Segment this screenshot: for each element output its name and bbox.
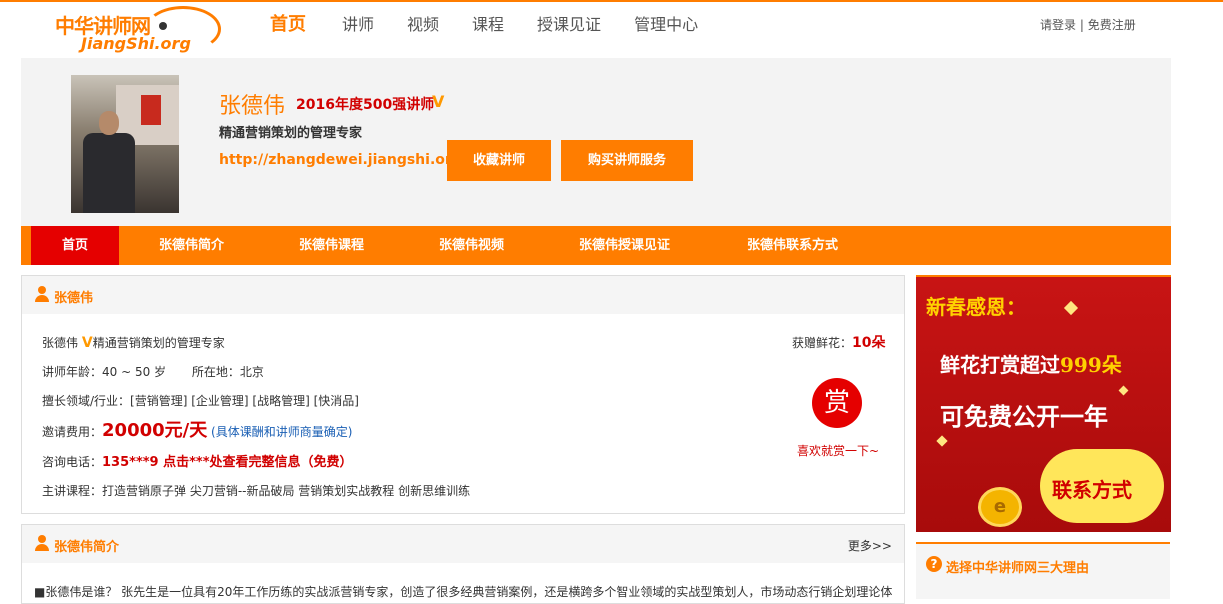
intro-text: ■张德伟是谁？ 张先生是一位具有20年工作历练的实战派营销专家，创造了很多经典营… xyxy=(34,585,893,599)
banner-line-2: 鲜花打赏超过999朵 xyxy=(940,349,1122,378)
person-icon xyxy=(34,535,50,551)
phone-value-link[interactable]: 135***9 点击***处查看完整信息（免费） xyxy=(102,455,353,470)
flower-count: 获赠鲜花：10朵 xyxy=(792,332,886,352)
info-card-header: 张德伟 xyxy=(22,276,904,314)
intro-card-title: 张德伟简介 xyxy=(54,540,120,555)
flower-label: 获赠鲜花： xyxy=(792,336,853,350)
lecturer-intro-card: 张德伟简介 更多>> ■张德伟是谁？ 张先生是一位具有20年工作历练的实战派营销… xyxy=(21,524,905,604)
top-bar: 中华讲师网 JiangShi.org 首页 讲师 视频 课程 授课见证 管理中心… xyxy=(0,0,1223,58)
fee-value: 20000元/天 xyxy=(102,420,208,441)
register-link[interactable]: 免费注册 xyxy=(1088,18,1136,32)
nav-lecturers[interactable]: 讲师 xyxy=(342,12,374,38)
lecturer-url[interactable]: http://zhangdewei.jiangshi.org xyxy=(219,152,462,168)
site-logo[interactable]: 中华讲师网 JiangShi.org xyxy=(55,6,221,54)
banner-contact[interactable]: 联系方式 xyxy=(1052,474,1132,503)
info-courses: 主讲课程：打造营销原子弹 尖刀营销--新品破局 营销策划实战教程 创新思维训练 xyxy=(42,484,471,498)
logo-en-text: JiangShi.org xyxy=(81,34,191,53)
auth-links: 请登录 | 免费注册 xyxy=(1040,16,1136,33)
subnav-videos[interactable]: 张德伟视频 xyxy=(439,226,504,265)
fee-label: 邀请费用： xyxy=(42,425,103,439)
verified-v-icon: V xyxy=(432,92,445,111)
info-age: 讲师年龄：40 ~ 50 岁 xyxy=(42,365,167,379)
flower-value: 10朵 xyxy=(852,335,886,351)
star-icon xyxy=(936,435,948,447)
banner-line-2-num: 999朵 xyxy=(1060,353,1122,377)
photo-person-head xyxy=(99,111,119,135)
info-fields: 擅长领域/行业：[营销管理] [企业管理] [战略管理] [快消品] xyxy=(42,394,359,408)
reward-button[interactable]: 赏 xyxy=(812,378,862,428)
person-icon xyxy=(34,286,50,302)
star-icon xyxy=(1063,300,1079,316)
buy-service-button[interactable]: 购买讲师服务 xyxy=(561,140,693,181)
reason-title: 选择中华讲师网三大理由 xyxy=(946,561,1090,576)
nav-courses[interactable]: 课程 xyxy=(472,12,504,38)
nav-home[interactable]: 首页 xyxy=(270,12,306,38)
photo-red-panel xyxy=(141,95,161,125)
info-name: 张德伟 xyxy=(42,336,79,350)
info-motto: 精通营销策划的管理专家 xyxy=(92,336,225,350)
lecturer-motto: 精通营销策划的管理专家 xyxy=(219,126,363,141)
profile-header: 张德伟 2016年度500强讲师 V 精通营销策划的管理专家 http://zh… xyxy=(21,58,1171,226)
lecturer-subnav: 首页 张德伟简介 张德伟课程 张德伟视频 张德伟授课见证 张德伟联系方式 xyxy=(21,226,1171,265)
subnav-contact[interactable]: 张德伟联系方式 xyxy=(747,226,838,265)
microphone-icon xyxy=(159,22,167,30)
subnav-courses[interactable]: 张德伟课程 xyxy=(299,226,364,265)
more-link[interactable]: 更多>> xyxy=(848,537,892,554)
intro-card-header: 张德伟简介 更多>> xyxy=(22,525,904,563)
coin-icon: e xyxy=(978,487,1022,527)
banner-line-3: 可免费公开一年 xyxy=(940,402,1108,431)
phone-label: 咨询电话： xyxy=(42,455,103,469)
nav-testimonials[interactable]: 授课见证 xyxy=(537,12,601,38)
nav-admin[interactable]: 管理中心 xyxy=(634,12,698,38)
three-reasons-box: ? 选择中华讲师网三大理由 xyxy=(916,542,1170,599)
login-link[interactable]: 请登录 xyxy=(1040,18,1076,32)
lecturer-name: 张德伟 xyxy=(219,94,286,119)
info-line-phone: 咨询电话：135***9 点击***处查看完整信息（免费） xyxy=(42,451,353,470)
banner-line-2-text: 鲜花打赏超过 xyxy=(940,353,1060,377)
main-nav: 首页 讲师 视频 课程 授课见证 管理中心 xyxy=(270,12,731,38)
favorite-lecturer-button[interactable]: 收藏讲师 xyxy=(447,140,551,181)
info-location: 所在地：北京 xyxy=(191,365,264,379)
info-line-name: 张德伟 V精通营销策划的管理专家 xyxy=(42,334,225,351)
subnav-home[interactable]: 首页 xyxy=(31,226,119,265)
fee-note: (具体课酬和讲师商量确定) xyxy=(211,425,353,439)
question-icon: ? xyxy=(926,556,942,572)
lecturer-photo xyxy=(71,75,179,213)
info-line-fee: 邀请费用：20000元/天 (具体课酬和讲师商量确定) xyxy=(42,416,352,442)
banner-line-1: 新春感恩： xyxy=(926,295,1026,319)
subnav-intro[interactable]: 张德伟简介 xyxy=(159,226,224,265)
lecturer-rank: 2016年度500强讲师 xyxy=(296,97,435,113)
promo-banner[interactable]: 新春感恩： 鲜花打赏超过999朵 可免费公开一年 联系方式 e xyxy=(916,275,1171,532)
info-line-age: 讲师年龄：40 ~ 50 岁 所在地：北京 xyxy=(42,363,264,380)
reward-hint[interactable]: 喜欢就赏一下~ xyxy=(797,442,879,459)
photo-person-body xyxy=(83,133,135,213)
subnav-testimonials[interactable]: 张德伟授课见证 xyxy=(579,226,670,265)
auth-separator: | xyxy=(1079,18,1084,32)
info-card-title: 张德伟 xyxy=(54,291,94,306)
nav-videos[interactable]: 视频 xyxy=(407,12,439,38)
star-icon xyxy=(1118,385,1129,396)
lecturer-info-card: 张德伟 张德伟 V精通营销策划的管理专家 讲师年龄：40 ~ 50 岁 所在地：… xyxy=(21,275,905,514)
verified-v-icon-small: V xyxy=(81,335,93,351)
